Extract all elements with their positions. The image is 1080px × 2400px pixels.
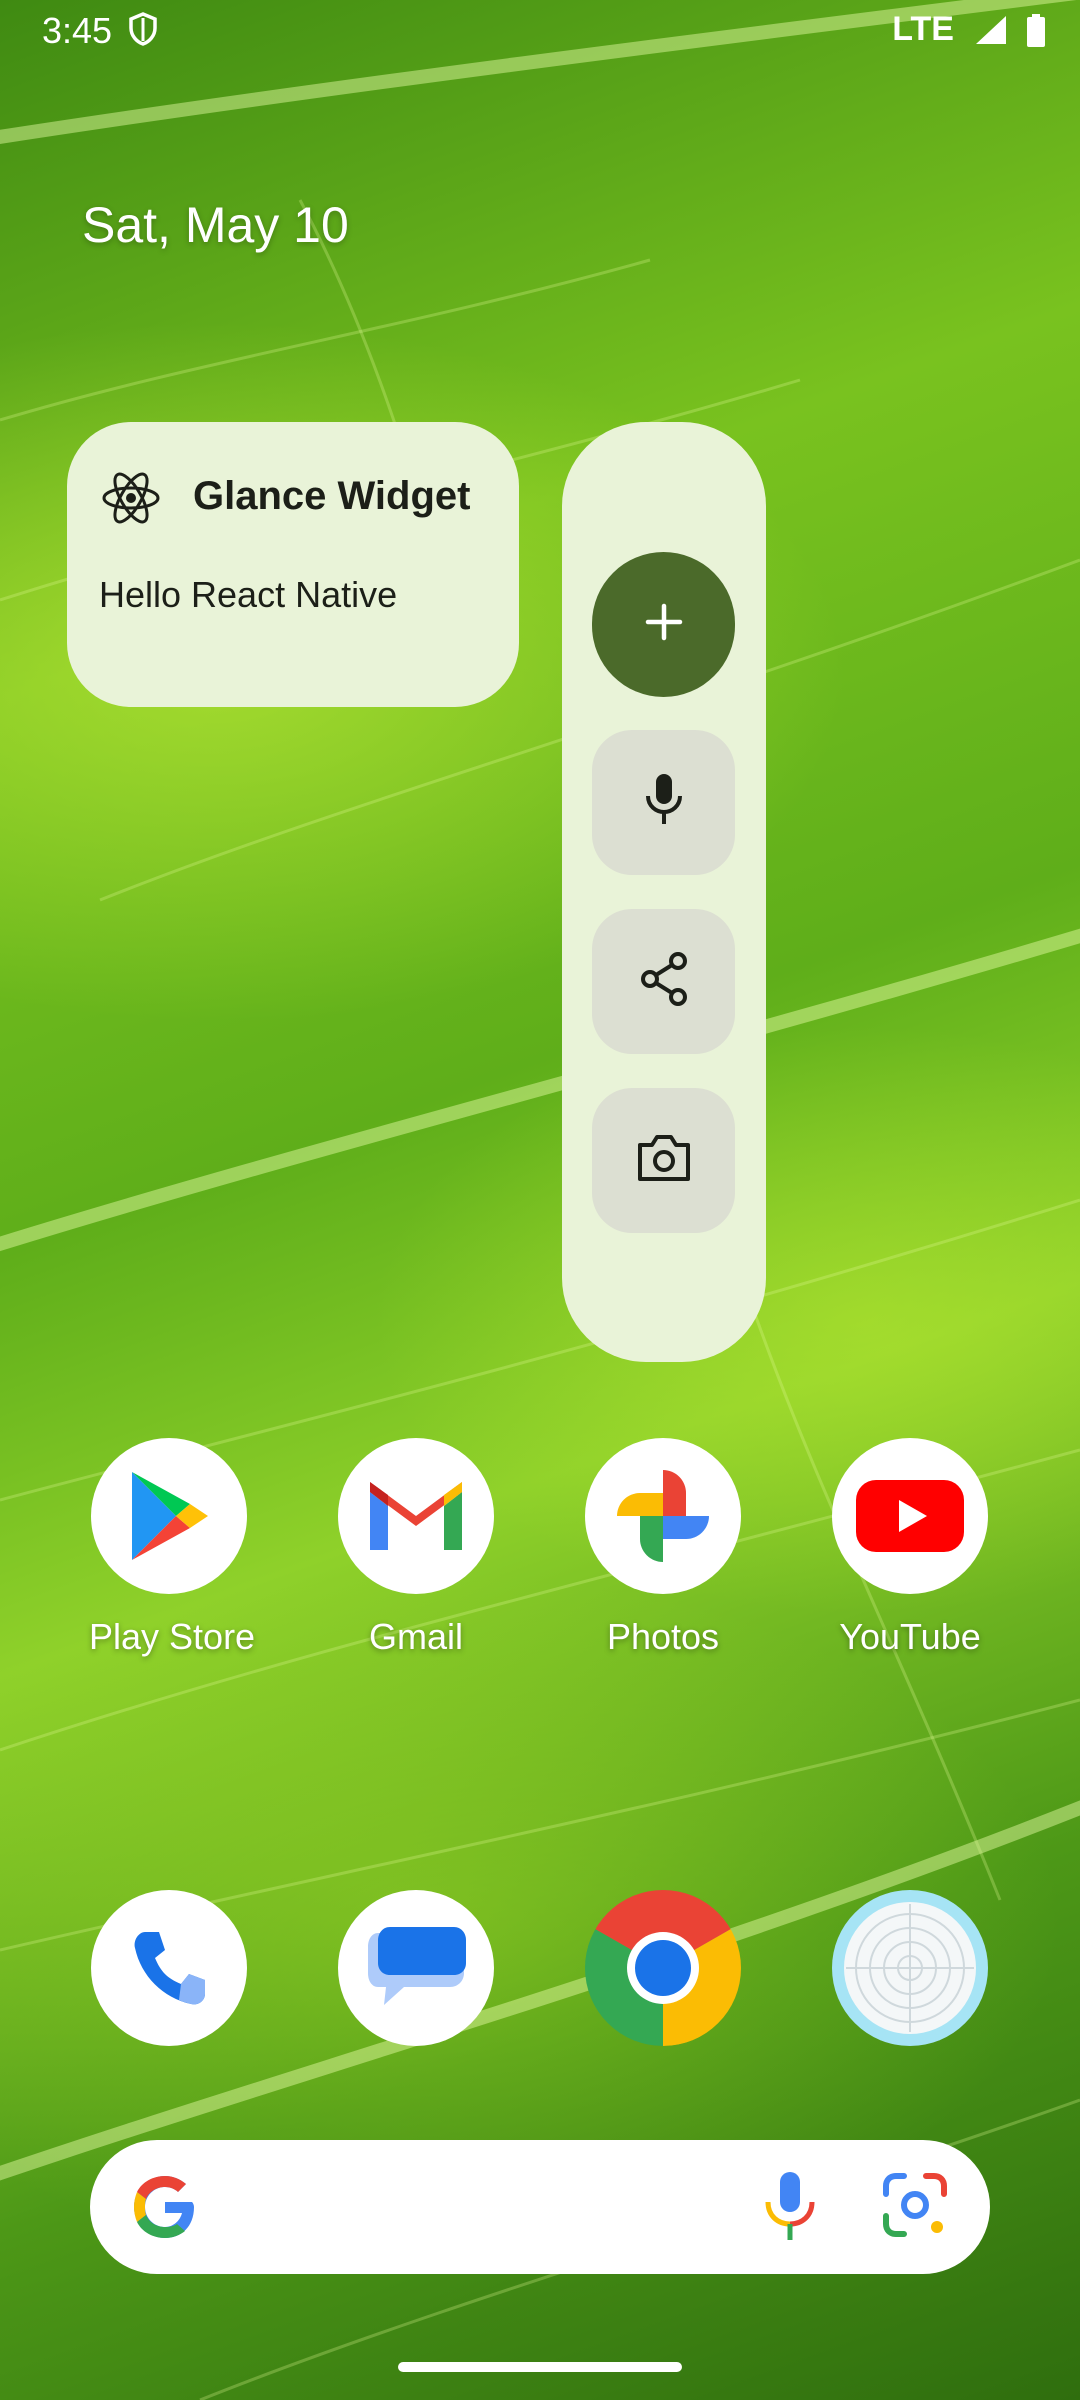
app-youtube[interactable]: YouTube xyxy=(830,1438,990,1658)
status-time: 3:45 xyxy=(42,10,113,51)
app-label: Play Store xyxy=(89,1616,256,1657)
dock-phone[interactable] xyxy=(89,1890,249,2046)
battery-icon xyxy=(1026,14,1046,53)
messages-icon xyxy=(338,1890,494,2046)
share-button[interactable] xyxy=(592,909,735,1054)
add-icon xyxy=(642,600,686,649)
app-photos[interactable]: Photos xyxy=(583,1438,743,1658)
radar-app-icon xyxy=(832,1890,988,2046)
status-bar: 3:45 LTE xyxy=(0,0,1080,60)
mic-button[interactable] xyxy=(592,730,735,875)
app-play-store[interactable]: Play Store xyxy=(89,1438,256,1658)
phone-icon xyxy=(91,1890,247,2046)
widget-title: Glance Widget xyxy=(193,474,471,518)
signal-icon xyxy=(974,14,1008,51)
shield-icon xyxy=(128,12,158,51)
date-widget[interactable]: Sat, May 10 xyxy=(82,196,349,254)
youtube-icon xyxy=(832,1438,988,1594)
dock-messages[interactable] xyxy=(336,1890,496,2046)
gmail-icon xyxy=(338,1438,494,1594)
network-type: LTE xyxy=(892,10,954,48)
voice-search-icon[interactable] xyxy=(760,2170,820,2249)
camera-button[interactable] xyxy=(592,1088,735,1233)
share-icon xyxy=(638,951,690,1012)
camera-icon xyxy=(636,1133,692,1188)
google-logo-icon xyxy=(130,2172,200,2247)
photos-icon xyxy=(585,1438,741,1594)
widget-body-text: Hello React Native xyxy=(99,574,398,615)
play-store-icon xyxy=(91,1438,247,1594)
glance-widget[interactable]: Glance Widget Hello React Native xyxy=(67,422,519,707)
app-gmail[interactable]: Gmail xyxy=(336,1438,496,1658)
action-panel-widget xyxy=(562,422,766,1362)
app-label: YouTube xyxy=(839,1616,981,1657)
react-atom-icon xyxy=(101,468,161,533)
app-label: Photos xyxy=(606,1616,720,1657)
add-button[interactable] xyxy=(592,552,735,697)
app-label: Gmail xyxy=(368,1616,463,1657)
chrome-icon xyxy=(585,1890,741,2046)
google-lens-icon[interactable] xyxy=(880,2170,950,2245)
google-search-bar[interactable] xyxy=(90,2140,990,2274)
dock-chrome[interactable] xyxy=(583,1890,743,2046)
gesture-nav-handle[interactable] xyxy=(398,2362,682,2372)
mic-icon xyxy=(642,772,686,833)
dock-radar-app[interactable] xyxy=(830,1890,990,2046)
